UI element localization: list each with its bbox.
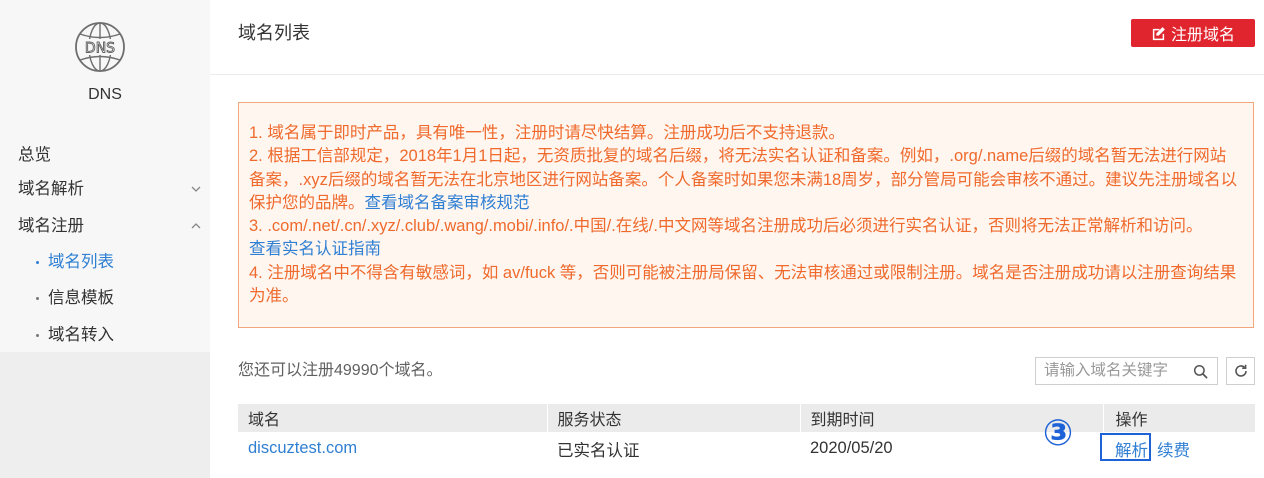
header-divider [210,74,1264,75]
notice-item-4-line-2: 为准。 [249,287,299,306]
menu-item-domain-registration-label: 域名注册 [18,217,84,235]
table-header-row: 域名 服务状态 到期时间 操作 [238,404,1255,432]
dns-globe-icon: DNS [75,22,125,72]
search-icon[interactable] [1193,364,1208,379]
refresh-button[interactable] [1226,357,1255,385]
notice-item-2-line-3: 保护您的品牌。查看域名备案审核规范 [249,192,1253,215]
notice-item-3-link-line: 查看实名认证指南 [249,238,1253,261]
chevron-down-icon [190,183,202,195]
submenu-item-info-template[interactable]: 信息模板 [0,283,210,313]
column-header-expiry: 到期时间 [800,404,1104,432]
menu-item-dns-resolution[interactable]: 域名解析 [0,174,210,204]
notice-item-2-line-1: 2. 根据工信部规定，2018年1月1日起，无资质批复的域名后缀，将无法实名认证… [249,147,1227,166]
notice-item-2-line-2: 备案，.xyz后缀的域名暂无法在北京地区进行网站备案。个人备案时如果您未满18周… [249,170,1238,189]
submenu-item-domain-list[interactable]: 域名列表 [0,247,210,277]
domain-table: 域名 服务状态 到期时间 操作 discuztest.com 已实名认证 202… [238,404,1255,465]
expiry-cell: 2020/05/20 [810,439,893,457]
submenu-item-domain-transfer-in-label: 域名转入 [48,326,114,344]
search-box [1035,357,1218,385]
actions-cell: 解析 续费 [1103,432,1255,465]
menu-item-dns-resolution-label: 域名解析 [18,180,84,198]
domain-cell: discuztest.com [238,432,547,465]
submenu-item-info-template-label: 信息模板 [48,289,114,307]
submenu-item-domain-list-label: 域名列表 [48,253,114,271]
notice-item-2-line-3-text: 保护您的品牌。 [249,193,365,212]
sidebar: DNS DNS 总览 域名解析 域名注册 域名列表 信息模板 域名转入 [0,0,210,478]
column-header-actions: 操作 [1103,404,1255,432]
menu-item-overview[interactable]: 总览 [0,140,210,170]
domain-link[interactable]: discuztest.com [248,439,357,457]
resolve-action-link[interactable]: 解析 [1115,442,1148,460]
status-cell: 已实名认证 [557,441,640,460]
submenu-item-domain-transfer-in[interactable]: 域名转入 [0,320,210,350]
dns-logo-lettering: DNS [85,41,115,57]
registration-quota-text: 您还可以注册49990个域名。 [238,362,443,379]
search-input[interactable] [1036,358,1186,384]
page-title: 域名列表 [238,23,310,43]
menu-item-domain-registration[interactable]: 域名注册 [0,211,210,241]
notice-item-3: 3. .com/.net/.cn/.xyz/.club/.wang/.mobi/… [249,217,1203,236]
edit-icon [1151,26,1166,41]
chevron-up-icon [190,220,202,232]
service-name: DNS [88,86,122,103]
filing-review-rules-link[interactable]: 查看域名备案审核规范 [365,194,530,212]
menu-item-overview-label: 总览 [18,146,51,164]
column-header-domain: 域名 [238,404,548,432]
notice-box: 1. 域名属于即时产品，具有唯一性，注册时请尽快结算。注册成功后不支持退款。 2… [238,102,1254,328]
dns-logo: DNS [74,21,126,73]
table-row: discuztest.com 已实名认证 2020/05/20 解析 续费 [238,432,1255,465]
notice-item-4-line-1: 4. 注册域名中不得含有敏感词，如 av/fuck 等，否则可能被注册局保留、无… [249,263,1237,282]
notice-item-1: 1. 域名属于即时产品，具有唯一性，注册时请尽快结算。注册成功后不支持退款。 [249,124,845,142]
column-header-service-status: 服务状态 [547,404,801,432]
renew-action-link[interactable]: 续费 [1157,442,1190,460]
sidebar-panel: DNS DNS 总览 域名解析 域名注册 域名列表 信息模板 域名转入 [0,0,210,352]
refresh-icon [1233,363,1249,379]
register-domain-button-label: 注册域名 [1170,27,1235,44]
real-name-auth-guide-link[interactable]: 查看实名认证指南 [249,240,381,258]
register-domain-button[interactable]: 注册域名 [1131,19,1255,47]
